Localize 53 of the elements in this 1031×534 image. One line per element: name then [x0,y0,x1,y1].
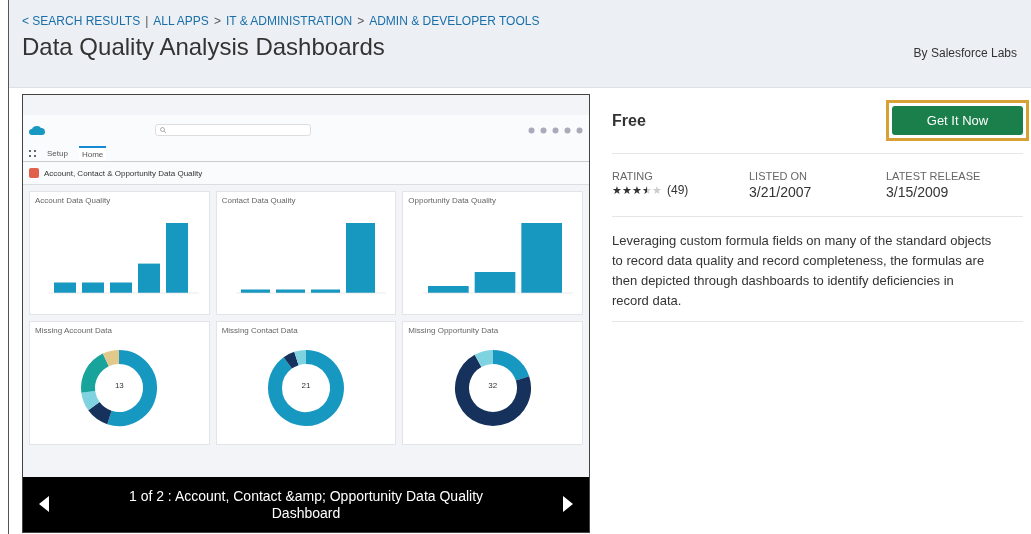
app-tab[interactable]: Setup [44,146,71,160]
chart-bar [427,285,469,293]
previous-button[interactable] [37,495,51,514]
price-label: Free [612,111,646,130]
app-launcher-icon [29,149,36,157]
dashboard-title: Account, Contact & Opportunity Data Quality [44,168,203,178]
panel-title: Missing Opportunity Data [408,326,500,335]
chart-bar [241,289,270,293]
search-field[interactable] [155,124,311,136]
chart-bar [82,282,105,293]
breadcrumb-link[interactable]: IT & ADMINISTRATION [225,14,353,28]
panel-title: Missing Contact Data [221,326,299,335]
chart-bar [166,222,189,293]
panel-title: Opportunity Data Quality [408,196,497,205]
panel-title: Missing Account Data [35,326,113,335]
chart-bar [311,289,340,293]
breadcrumb-link[interactable]: < SEARCH RESULTS [22,14,141,28]
breadcrumb-link[interactable]: ADMIN & DEVELOPER TOOLS [369,14,540,28]
chart-bar [138,263,161,293]
breadcrumb-separator: | [145,14,149,28]
dashboard-icon [29,168,39,178]
rating-count: (49) [667,183,689,197]
star-rating: ★★★★★ [612,183,662,197]
stat-label: LISTED ON [749,170,809,182]
search-icon [160,127,166,133]
stat-label: LATEST RELEASE [886,170,982,182]
description-text: Leveraging custom formula fields on many of the standard objects to record data quality and record completeness, the formulas are then depicted through dashboards to identify deficiencies in record data. [612,217,1023,322]
right-triangle-icon [562,495,574,512]
panel-title: Contact Data Quality [221,196,297,205]
chart-bar [346,222,375,293]
chart-bar [474,271,515,293]
caption-text: 1 of 2 : Account, Contact &amp; Opportunity Data Quality Dashboard [127,487,485,522]
get-it-now-button[interactable]: Get It Now [892,106,1023,135]
breadcrumb-separator: > [357,14,365,28]
chart-bar [54,282,77,293]
next-button[interactable] [561,495,575,514]
donut-total: 32 [488,380,498,390]
breadcrumb-separator: > [213,14,221,28]
cloud-logo-icon [29,124,45,136]
page-title: Data Quality Analysis Dashboards [22,33,386,61]
donut-total: 13 [114,380,124,390]
stat-value: 3/15/2009 [886,184,950,200]
chart-bar [276,289,305,293]
publisher-name: By Salesforce Labs [913,46,1017,60]
donut-total: 21 [301,380,311,390]
stat-label: RATING [612,170,654,182]
left-triangle-icon [38,495,50,512]
chart-bar [521,222,562,293]
stat-value: 3/21/2007 [749,184,813,200]
breadcrumb-link[interactable]: ALL APPS [153,14,209,28]
panel-title: Account Data Quality [35,196,112,205]
app-tab[interactable]: Home [78,145,107,161]
chart-bar [110,282,133,293]
